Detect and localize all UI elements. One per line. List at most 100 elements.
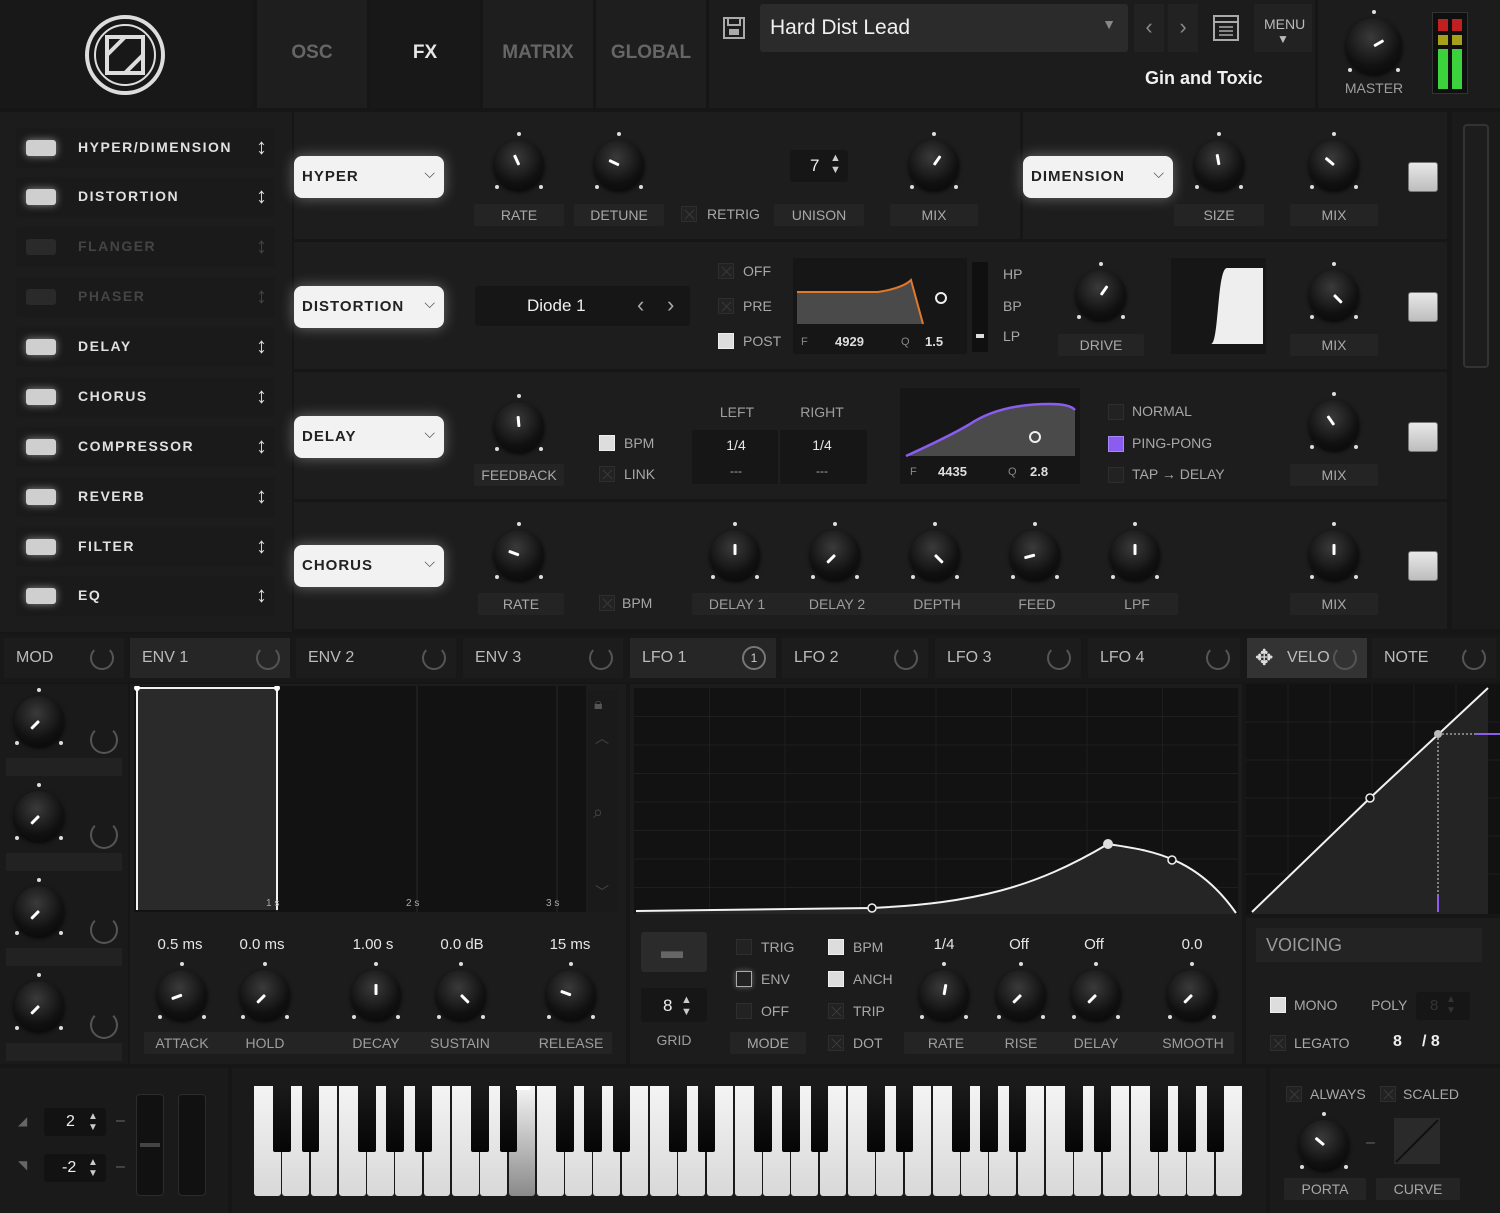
black-key[interactable] — [273, 1086, 291, 1152]
dimension-size-knob[interactable] — [1194, 132, 1244, 190]
hyper-detune-knob[interactable] — [594, 132, 644, 190]
fx-toggle[interactable] — [26, 140, 56, 156]
tab-note[interactable]: NOTE — [1372, 638, 1496, 678]
black-key[interactable] — [1008, 1086, 1027, 1152]
unison-stepper[interactable]: 7 ▲ ▼ — [790, 150, 848, 182]
black-key[interactable] — [810, 1086, 829, 1152]
macro-label-4[interactable] — [6, 1043, 122, 1061]
drag-handle-icon[interactable]: ↕ — [256, 582, 267, 608]
chorus-lpf-knob[interactable] — [1110, 522, 1160, 580]
black-key[interactable] — [358, 1086, 376, 1152]
delay-feedback-knob[interactable] — [494, 394, 544, 452]
black-key[interactable] — [895, 1086, 914, 1152]
dist-filter-post-checkbox[interactable] — [718, 333, 734, 349]
dimension-type-selector[interactable]: DIMENSION ⌵ — [1023, 156, 1173, 198]
lfo-grid-stepper[interactable]: 8 ▲ ▼ — [641, 988, 707, 1022]
macro-mod-ring-icon[interactable] — [90, 821, 118, 849]
hyper-power-button[interactable] — [1408, 162, 1438, 192]
lfo-display[interactable] — [634, 688, 1238, 914]
pitch-wheel[interactable] — [136, 1094, 164, 1196]
distortion-type-selector[interactable]: DISTORTION ⌵ — [294, 286, 444, 328]
fx-toggle[interactable] — [26, 489, 56, 505]
drag-handle-icon[interactable]: ↕ — [256, 533, 267, 559]
mono-checkbox[interactable] — [1270, 997, 1286, 1013]
scaled-checkbox[interactable] — [1380, 1086, 1396, 1102]
save-icon[interactable] — [722, 16, 746, 40]
drag-handle-icon[interactable]: ↕ — [256, 483, 267, 509]
black-key[interactable] — [386, 1086, 404, 1152]
dist-mix-knob[interactable] — [1309, 262, 1359, 320]
fx-row-filter[interactable]: FILTER ↕ — [16, 527, 275, 567]
delay-tap-checkbox[interactable] — [1108, 467, 1124, 483]
chorus-power-button[interactable] — [1408, 551, 1438, 581]
drag-handle-icon[interactable]: ↕ — [256, 333, 267, 359]
pitch-up-stepper[interactable]: 2 ▲ ▼ — [44, 1108, 106, 1136]
retrig-checkbox[interactable] — [681, 206, 697, 222]
delay-type-selector[interactable]: DELAY ⌵ — [294, 416, 444, 458]
hyper-mix-knob[interactable] — [909, 132, 959, 190]
mod-ring-icon[interactable] — [1462, 646, 1486, 670]
black-key[interactable] — [499, 1086, 518, 1152]
distortion-mode-selector[interactable]: Diode 1 ‹ › — [475, 286, 690, 326]
black-key[interactable] — [1206, 1086, 1225, 1152]
drag-handle-icon[interactable]: ↕ — [256, 433, 267, 459]
delay-right-sub[interactable]: --- — [782, 464, 862, 478]
dist-filter-pre-checkbox[interactable] — [718, 298, 734, 314]
delay-right-time[interactable]: 1/4 — [782, 437, 862, 453]
tab-lfo4[interactable]: LFO 4 — [1088, 638, 1240, 678]
lfo-preset-folder-button[interactable]: ▬ — [641, 932, 707, 972]
fx-toggle[interactable] — [26, 389, 56, 405]
tab-lfo1[interactable]: LFO 1 1 — [630, 638, 776, 678]
porta-curve-display[interactable] — [1394, 1118, 1440, 1164]
fx-toggle[interactable] — [26, 588, 56, 604]
chorus-delay1-knob[interactable] — [710, 522, 760, 580]
mod-ring-icon[interactable] — [256, 646, 280, 670]
fx-row-flanger[interactable]: FLANGER ↕ — [16, 227, 275, 267]
always-checkbox[interactable] — [1286, 1086, 1302, 1102]
env-sustain-knob[interactable] — [436, 962, 486, 1020]
delay-power-button[interactable] — [1408, 422, 1438, 452]
mod-wheel[interactable] — [178, 1094, 206, 1196]
black-key[interactable] — [867, 1086, 885, 1152]
next-preset-button[interactable]: › — [1168, 4, 1198, 52]
velocity-display[interactable] — [1246, 684, 1500, 914]
fx-row-compressor[interactable]: COMPRESSOR ↕ — [16, 427, 275, 467]
drag-handle-icon[interactable]: ↕ — [256, 383, 267, 409]
tab-global[interactable]: GLOBAL — [596, 0, 706, 108]
lfo-off-checkbox[interactable] — [736, 1003, 752, 1019]
chevron-down-icon[interactable]: ﹀ — [595, 882, 609, 902]
pitch-down-stepper[interactable]: -2 ▲ ▼ — [44, 1154, 106, 1182]
hyper-rate-knob[interactable] — [494, 132, 544, 190]
tab-env1[interactable]: ENV 1 — [130, 638, 290, 678]
macro-mod-ring-icon[interactable] — [90, 916, 118, 944]
envelope-display[interactable]: 1 s 2 s 3 s — [134, 685, 586, 912]
fx-toggle[interactable] — [26, 539, 56, 555]
black-key[interactable] — [697, 1086, 716, 1152]
lfo-env-checkbox[interactable] — [736, 971, 752, 987]
fx-toggle[interactable] — [26, 339, 56, 355]
dist-filter-off-checkbox[interactable] — [718, 263, 734, 279]
black-key[interactable] — [980, 1086, 998, 1152]
dist-drive-knob[interactable] — [1076, 262, 1126, 320]
macro-knob-1[interactable] — [14, 688, 64, 746]
tab-lfo3[interactable]: LFO 3 — [935, 638, 1081, 678]
mod-ring-icon[interactable] — [422, 646, 446, 670]
dist-filter-display[interactable]: F 4929 Q 1.5 — [793, 258, 967, 354]
chorus-mix-knob[interactable] — [1309, 522, 1359, 580]
chorus-depth-knob[interactable] — [910, 522, 960, 580]
black-key[interactable] — [301, 1086, 320, 1152]
fx-row-chorus[interactable]: CHORUS ↕ — [16, 377, 275, 417]
delay-left-time[interactable]: 1/4 — [696, 437, 776, 453]
prev-arrow-icon[interactable]: ‹ — [637, 292, 644, 318]
lfo-delay-knob[interactable] — [1071, 962, 1121, 1020]
tab-env3[interactable]: ENV 3 — [463, 638, 623, 678]
delay-mix-knob[interactable] — [1309, 392, 1359, 450]
macro-label-1[interactable] — [6, 758, 122, 776]
env-release-knob[interactable] — [546, 962, 596, 1020]
fx-row-eq[interactable]: EQ ↕ — [16, 576, 275, 616]
delay-left-sub[interactable]: --- — [696, 464, 776, 478]
macro-mod-ring-icon[interactable] — [90, 1011, 118, 1039]
macro-knob-2[interactable] — [14, 783, 64, 841]
delay-link-checkbox[interactable] — [599, 466, 615, 482]
piano-keyboard[interactable] — [254, 1086, 1244, 1196]
